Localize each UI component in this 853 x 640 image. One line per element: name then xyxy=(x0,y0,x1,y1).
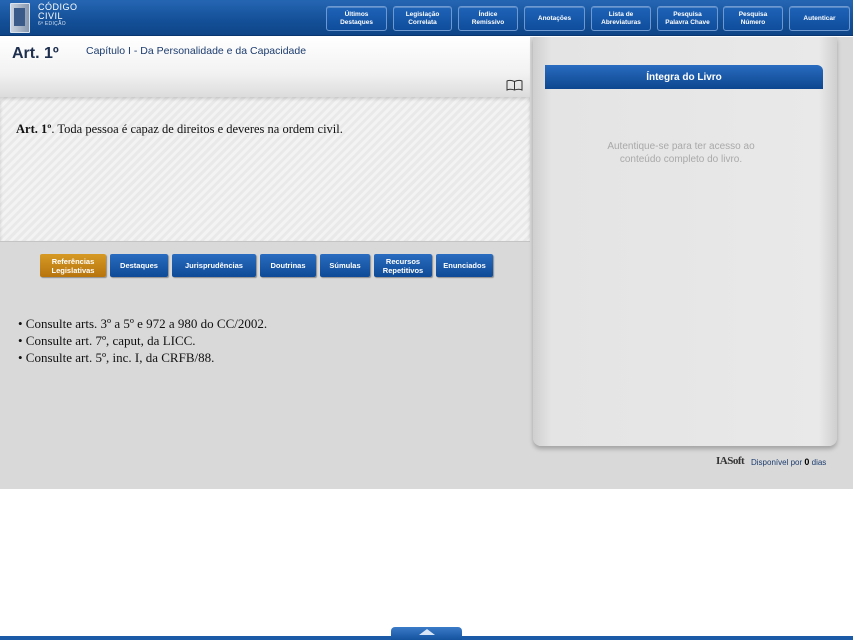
auth-message: Autentique-se para ter acesso ao conteúd… xyxy=(560,140,802,166)
availability-text: Disponível por 0 dias xyxy=(751,457,826,467)
list-item: • Consulte art. 7º, caput, da LICC. xyxy=(18,333,196,348)
side-panel xyxy=(533,37,837,446)
list-item: • Consulte arts. 3º a 5º e 972 a 980 do … xyxy=(18,316,268,331)
article-body: Art. 1º. Toda pessoa é capaz de direitos… xyxy=(0,97,530,241)
article-text-bold: Art. 1º xyxy=(16,122,52,136)
availability-prefix: Disponível por xyxy=(751,458,803,467)
tab-recursos-repetitivos[interactable]: Recursos Repetitivos xyxy=(374,254,432,277)
iasoft-logo: IASoft xyxy=(716,455,745,467)
references-list: • Consulte arts. 3º a 5º e 972 a 980 do … xyxy=(18,315,267,366)
nav-anotacoes[interactable]: Anotações xyxy=(524,6,585,31)
tab-destaques[interactable]: Destaques xyxy=(110,254,168,277)
chevron-up-icon xyxy=(418,629,435,635)
auth-message-line1: Autentique-se para ter acesso ao xyxy=(607,141,755,152)
top-bar: CÓDIGO CIVIL 6ª EDIÇÃO Últimos Destaques… xyxy=(0,0,853,36)
open-book-icon[interactable] xyxy=(506,79,523,91)
article-title: Art. 1º xyxy=(12,45,59,62)
nav-pesquisa-numero[interactable]: Pesquisa Número xyxy=(723,6,783,31)
tab-sumulas[interactable]: Súmulas xyxy=(320,254,370,277)
logo-line2: CIVIL xyxy=(38,11,64,21)
list-item: • Consulte art. 5º, inc. I, da CRFB/88. xyxy=(18,350,215,365)
article-text: Art. 1º. Toda pessoa é capaz de direitos… xyxy=(16,122,343,137)
app-logo: CÓDIGO CIVIL 6ª EDIÇÃO xyxy=(8,2,78,34)
article-text-rest: . Toda pessoa é capaz de direitos e deve… xyxy=(51,122,343,136)
tab-jurisprudencias[interactable]: Jurisprudências xyxy=(172,254,256,277)
nav-ultimos-destaques[interactable]: Últimos Destaques xyxy=(326,6,387,31)
expand-drawer-handle[interactable] xyxy=(391,627,462,640)
logo-text: CÓDIGO CIVIL 6ª EDIÇÃO xyxy=(38,3,78,28)
article-header: Art. 1º Capítulo I - Da Personalidade e … xyxy=(0,37,530,97)
book-cover-icon xyxy=(10,3,30,33)
days-count: 0 xyxy=(804,457,810,467)
integra-do-livro-button[interactable]: Íntegra do Livro xyxy=(545,65,823,89)
article-chapter: Capítulo I - Da Personalidade e da Capac… xyxy=(86,45,307,57)
auth-message-line2: conteúdo completo do livro. xyxy=(619,154,743,165)
logo-edition: 6ª EDIÇÃO xyxy=(38,21,66,27)
tab-enunciados[interactable]: Enunciados xyxy=(436,254,493,277)
availability-suffix: dias xyxy=(811,458,827,467)
references-section: Referências Legislativas Destaques Juris… xyxy=(0,241,530,489)
nav-autenticar[interactable]: Autenticar xyxy=(789,6,850,31)
nav-legislacao-correlata[interactable]: Legislação Correlata xyxy=(393,6,452,31)
nav-pesquisa-palavra-chave[interactable]: Pesquisa Palavra Chave xyxy=(657,6,718,31)
nav-lista-abreviaturas[interactable]: Lista de Abreviaturas xyxy=(591,6,651,31)
app-window: CÓDIGO CIVIL 6ª EDIÇÃO Últimos Destaques… xyxy=(0,0,853,640)
tab-referencias-legislativas[interactable]: Referências Legislativas xyxy=(40,254,106,277)
nav-indice-remissivo[interactable]: Índice Remissivo xyxy=(458,6,518,31)
tab-doutrinas[interactable]: Doutrinas xyxy=(260,254,316,277)
